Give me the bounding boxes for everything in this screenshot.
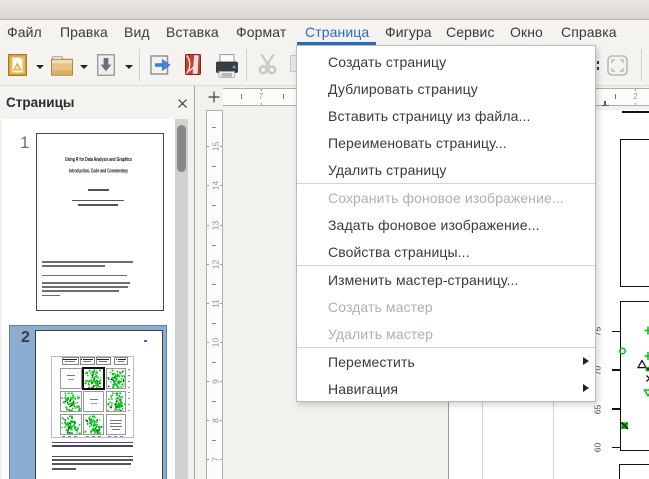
svg-text:Introduction, Code and Comment: Introduction, Code and Commentary	[69, 169, 128, 175]
svg-text:Using R for Data Analysis and: Using R for Data Analysis and Graphics	[65, 157, 132, 163]
